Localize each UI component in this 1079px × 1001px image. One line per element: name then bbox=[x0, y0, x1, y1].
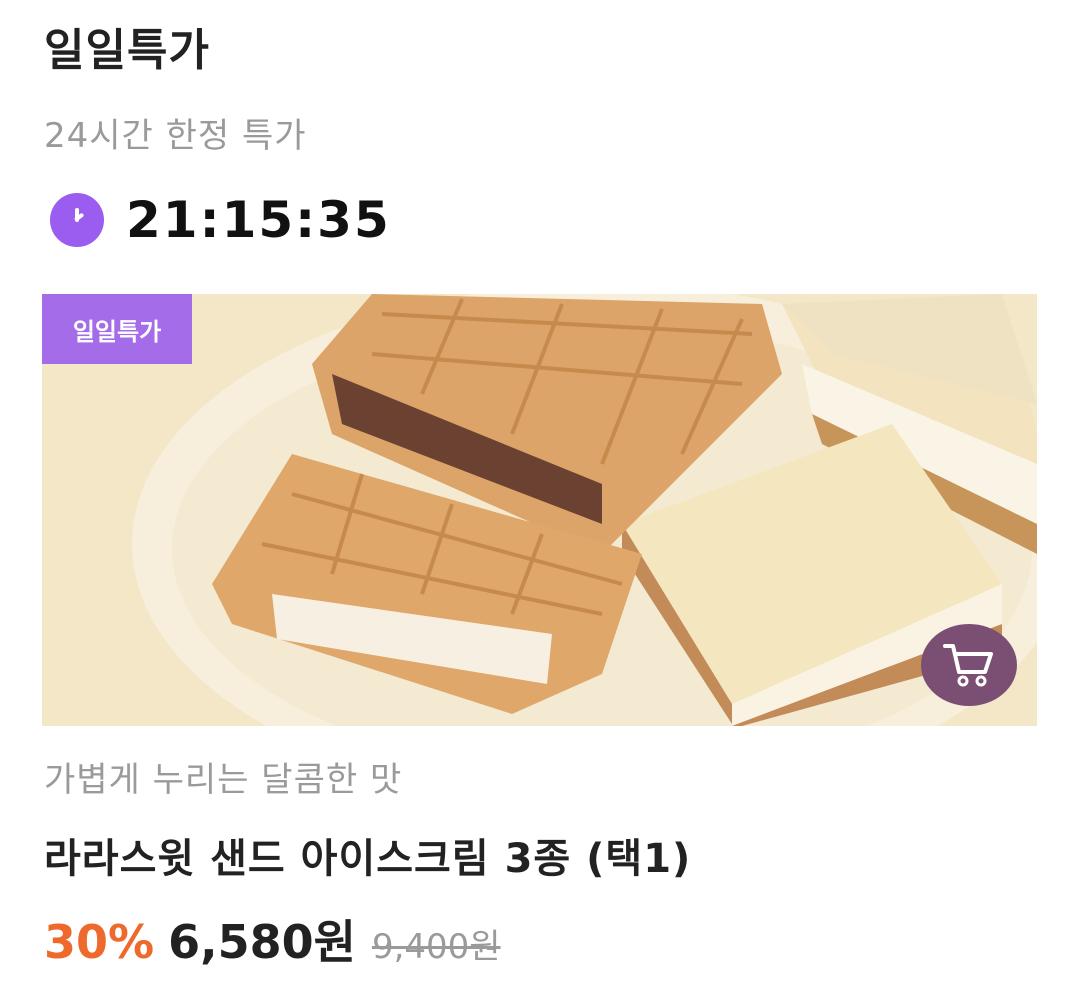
price-row: 30% 6,580원 9,400원 bbox=[44, 906, 501, 972]
product-description: 가볍게 누리는 달콤한 맛 bbox=[44, 760, 403, 800]
product-image[interactable]: 일일특가 bbox=[42, 294, 1037, 726]
countdown-timer: 21:15:35 bbox=[50, 190, 391, 250]
add-to-cart-button[interactable] bbox=[921, 624, 1017, 706]
original-price: 9,400원 bbox=[371, 927, 501, 967]
clock-icon bbox=[50, 193, 104, 247]
cart-icon bbox=[943, 644, 993, 687]
section-subtitle: 24시간 한정 특가 bbox=[44, 116, 307, 156]
product-name[interactable]: 라라스윗 샌드 아이스크림 3종 (택1) bbox=[44, 826, 691, 884]
section-title: 일일특가 bbox=[44, 25, 210, 76]
deal-tag: 일일특가 bbox=[42, 294, 192, 364]
timer-value: 21:15:35 bbox=[126, 191, 391, 249]
discount-rate: 30% bbox=[44, 915, 155, 969]
sale-price: 6,580원 bbox=[168, 915, 356, 969]
